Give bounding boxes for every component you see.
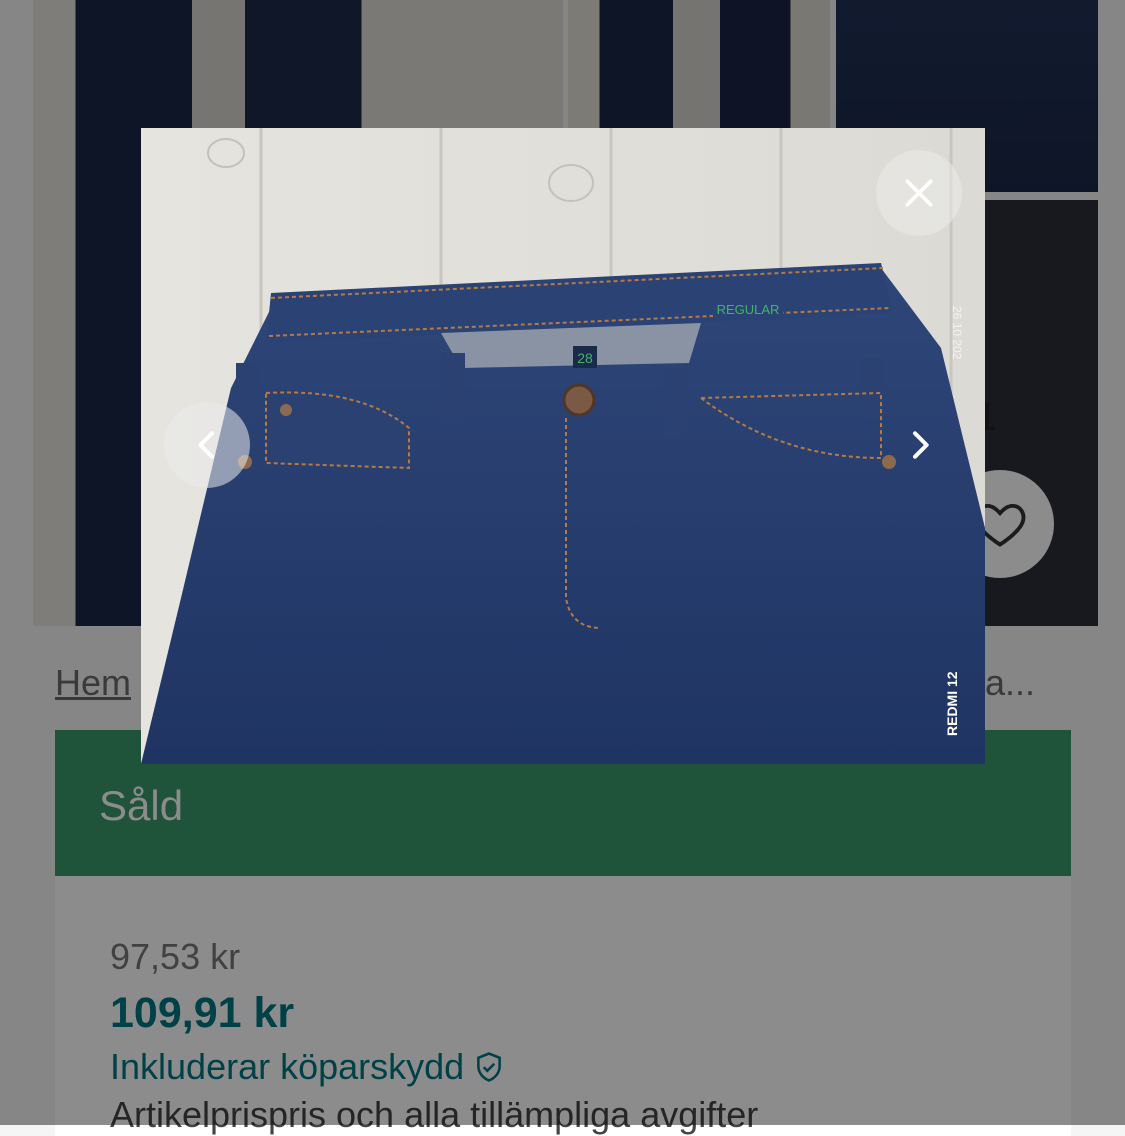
photo-date-watermark: 26 10 202	[950, 306, 964, 360]
close-icon	[905, 179, 933, 207]
chevron-left-icon	[198, 431, 214, 459]
chevron-right-icon	[913, 431, 929, 459]
previous-image-button[interactable]	[164, 402, 250, 488]
lightbox-image: REGULAR 28 REDMI 12 26 10 202	[141, 128, 985, 764]
size-tag-text: 28	[577, 350, 593, 366]
camera-watermark: REDMI 12	[944, 671, 960, 736]
jeans-label-text: REGULAR	[717, 302, 780, 317]
close-lightbox-button[interactable]	[876, 150, 962, 236]
next-image-button[interactable]	[877, 402, 963, 488]
jeans-photo: REGULAR 28 REDMI 12 26 10 202	[141, 128, 985, 764]
